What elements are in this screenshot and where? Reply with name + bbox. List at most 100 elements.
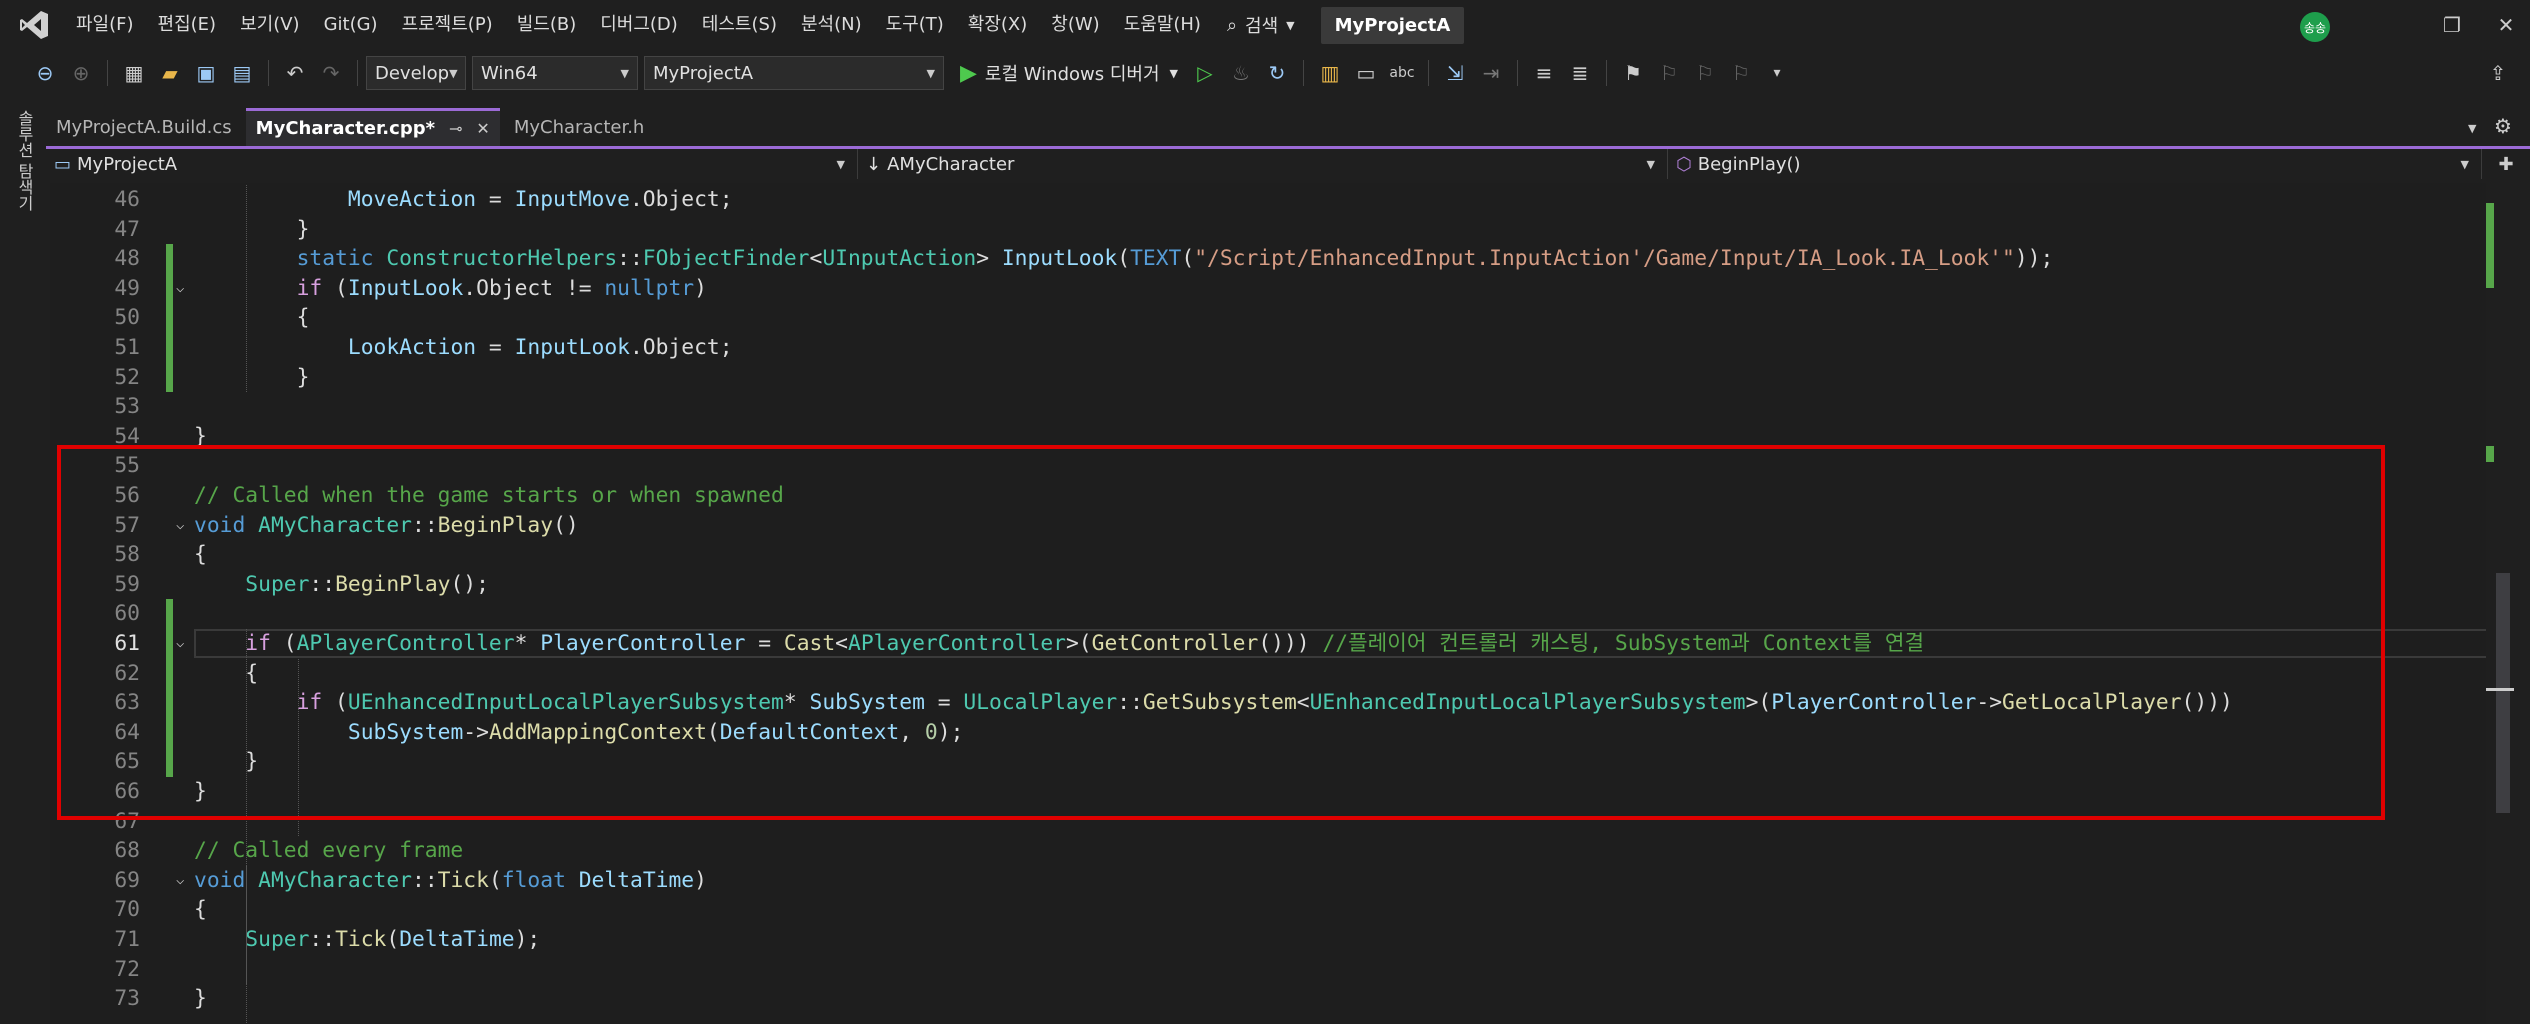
startup-project-select[interactable]: MyProjectA ▼ (644, 56, 944, 90)
navigate-back-icon[interactable]: ⊖ (30, 58, 60, 88)
share-icon[interactable]: ⇪ (2483, 58, 2513, 88)
document-tabs: MyProjectA.Build.cs MyCharacter.cpp* ⊸ ✕ MyC… (46, 108, 2530, 146)
code-token: Tick (335, 927, 387, 952)
project-icon: ▭ (54, 153, 72, 175)
code-line[interactable]: 47 } (50, 215, 2486, 245)
restart-icon[interactable]: ↻ (1262, 58, 1292, 88)
code-line[interactable]: 71 Super::Tick(DeltaTime); (50, 925, 2486, 955)
comment-icon[interactable]: ≡ (1529, 58, 1559, 88)
restore-window-icon[interactable]: ❐ (2432, 10, 2472, 40)
tab-document[interactable]: MyCharacter.cpp* ⊸ ✕ (245, 108, 500, 146)
platform-select[interactable]: Win64 ▼ (472, 56, 638, 90)
split-editor-icon[interactable]: ✚ (2482, 154, 2530, 175)
start-without-debugging-icon[interactable]: ▷ (1190, 58, 1220, 88)
code-line[interactable]: 72 (50, 955, 2486, 985)
code-token: static (296, 246, 374, 272)
close-icon[interactable]: ✕ (476, 119, 489, 138)
type-scope-select[interactable]: ↓ AMyCharacter ▼ (858, 149, 1668, 179)
menu-item[interactable]: 디버그(D) (588, 0, 690, 50)
gear-icon[interactable]: ⚙ (2494, 114, 2512, 138)
fold-toggle-icon[interactable]: ⌵ (176, 866, 184, 896)
code-token: :: (309, 927, 336, 952)
editor-scrollbar[interactable] (2486, 183, 2530, 1024)
start-debugging-button[interactable]: ▶ 로컬 Windows 디버거 ▼ (960, 60, 1178, 86)
menu-item[interactable]: 보기(V) (228, 0, 311, 50)
tab-list-dropdown-icon[interactable]: ▼ (2468, 122, 2476, 135)
menu-item[interactable]: 확장(X) (956, 0, 1040, 50)
menu-item[interactable]: 테스트(S) (690, 0, 789, 50)
toolbar-separator (1427, 60, 1429, 86)
menu-item[interactable]: 분석(N) (789, 0, 874, 50)
menu-item[interactable]: 창(W) (1039, 0, 1111, 50)
code-line[interactable]: 73} (50, 984, 2486, 1014)
highlight-box (57, 445, 2385, 820)
menu-item[interactable]: 도구(T) (874, 0, 956, 50)
tab-document[interactable]: MyProjectA.Build.cs (46, 108, 242, 146)
hot-reload-icon[interactable]: ♨ (1226, 58, 1256, 88)
caret-position-marker (2486, 688, 2514, 691)
fold-toggle-icon[interactable]: ⌵ (176, 274, 184, 304)
scroll-thumb[interactable] (2496, 573, 2510, 813)
bookmark-icon[interactable]: ⚑ (1618, 58, 1648, 88)
menu-item[interactable]: 파일(F) (64, 0, 146, 50)
line-number: 49 (114, 275, 140, 301)
clear-bookmarks-icon[interactable]: ⚐ (1726, 58, 1756, 88)
play-icon: ▶ (960, 60, 977, 86)
tab-label: MyCharacter.cpp* (255, 118, 435, 139)
project-name-badge[interactable]: MyProjectA (1320, 6, 1465, 44)
change-indicator (166, 362, 173, 393)
undo-icon[interactable]: ↶ (280, 58, 310, 88)
project-scope-select[interactable]: ▭ MyProjectA ▼ (46, 149, 858, 179)
code-line[interactable]: 46 MoveAction = InputMove.Object; (50, 185, 2486, 215)
code-line[interactable]: 48 static ConstructorHelpers::FObjectFin… (50, 244, 2486, 274)
menu-item[interactable]: 프로젝트(P) (390, 0, 505, 50)
startup-project-value: MyProjectA (653, 62, 754, 84)
visual-studio-logo-icon[interactable] (14, 5, 54, 45)
code-line[interactable]: 50 { (50, 303, 2486, 333)
code-line[interactable]: 68 // Called every frame (50, 836, 2486, 866)
code-line[interactable]: 53 (50, 392, 2486, 422)
spell-check-icon[interactable]: abc (1387, 58, 1417, 88)
code-line[interactable]: 49 ⌵ if (InputLook.Object != nullptr) (50, 273, 2486, 304)
tab-document[interactable]: MyCharacter.h (504, 108, 655, 146)
open-folder-icon[interactable]: ▰ (155, 58, 185, 88)
code-token: void (194, 867, 246, 893)
code-token: :: (617, 246, 643, 272)
pin-icon[interactable]: ⊸ (449, 119, 462, 138)
step-into-icon[interactable]: ⇲ (1440, 58, 1470, 88)
previous-bookmark-icon[interactable]: ⚐ (1654, 58, 1684, 88)
navigate-forward-icon[interactable]: ⊕ (66, 58, 96, 88)
toolbar-overflow-icon[interactable]: ▾ (1762, 58, 1792, 88)
member-select[interactable]: ⬡ BeginPlay() ▼ (1668, 149, 2482, 179)
menu-item[interactable]: Git(G) (312, 0, 390, 50)
save-all-icon[interactable]: ▤ (227, 58, 257, 88)
change-marker (2486, 203, 2494, 245)
menu-item[interactable]: 빌드(B) (505, 0, 589, 50)
search-button[interactable]: ⌕ 검색 ▼ (1227, 12, 1295, 38)
new-project-icon[interactable]: ▦ (119, 58, 149, 88)
uncomment-icon[interactable]: ≣ (1565, 58, 1595, 88)
code-line[interactable]: 51 LookAction = InputLook.Object; (50, 333, 2486, 363)
line-number: 46 (114, 187, 140, 212)
avatar[interactable]: 송송 (2300, 12, 2330, 42)
method-cube-icon: ⬡ (1676, 153, 1692, 175)
code-line[interactable]: 52 } (50, 362, 2486, 393)
code-token: ( (1181, 246, 1195, 272)
code-line[interactable]: 69 ⌵ void AMyCharacter::Tick(float DeltaTi… (50, 866, 2486, 896)
line-number: 47 (114, 216, 140, 242)
configuration-select[interactable]: Develop ▼ (366, 56, 466, 90)
solution-explorer-icon[interactable]: ▥ (1315, 58, 1345, 88)
line-number: 68 (114, 838, 140, 864)
type-scope-value: AMyCharacter (887, 153, 1015, 175)
save-icon[interactable]: ▣ (191, 58, 221, 88)
code-line[interactable]: 70 { (50, 895, 2486, 925)
next-bookmark-icon[interactable]: ⚐ (1690, 58, 1720, 88)
window-layout-icon[interactable]: ▭ (1351, 58, 1381, 88)
menu-item[interactable]: 도움말(H) (1112, 0, 1213, 50)
line-number: 50 (114, 305, 140, 331)
close-window-icon[interactable]: ✕ (2486, 10, 2526, 40)
solution-explorer-tab[interactable]: 솔루션 탐색기 (12, 110, 36, 211)
redo-icon[interactable]: ↷ (316, 58, 346, 88)
menu-item[interactable]: 편집(E) (146, 0, 229, 50)
step-over-icon[interactable]: ⇥ (1476, 58, 1506, 88)
